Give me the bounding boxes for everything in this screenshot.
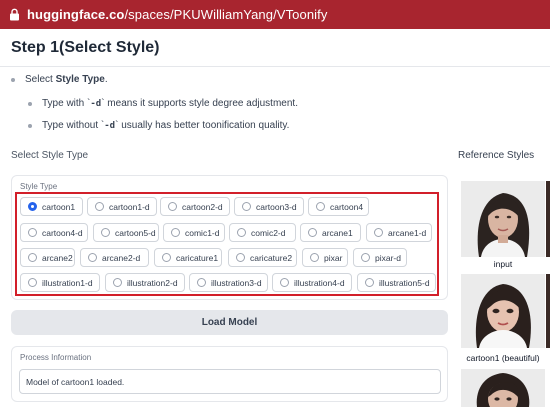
instruction-text: Type without ` [42, 120, 105, 131]
reference-image-partial [461, 369, 545, 407]
instruction-item-3: Type without ` -d ` usually has better too… [28, 120, 289, 131]
lock-icon [8, 8, 21, 21]
process-info-legend: Process Information [20, 353, 92, 362]
process-info-field[interactable]: Model of cartoon1 loaded. [19, 369, 441, 394]
browser-url-bar[interactable]: huggingface.co/spaces/PKUWilliamYang/VTo… [0, 0, 550, 29]
url-text[interactable]: huggingface.co/spaces/PKUWilliamYang/VTo… [27, 7, 327, 22]
process-info-panel: Process Information Model of cartoon1 lo… [11, 346, 448, 402]
instruction-code: -d [90, 98, 102, 109]
reference-label-cartoon1: cartoon1 (beautiful) [466, 353, 540, 363]
load-model-button[interactable]: Load Model [11, 310, 448, 335]
select-style-label: Select Style Type [11, 150, 89, 161]
page-content: Step 1(Select Style) Select Style Type. … [0, 29, 550, 407]
highlight-annotation-box [15, 192, 439, 296]
instruction-bold: Style Type [55, 74, 105, 85]
reference-label-input: input [493, 259, 513, 269]
bullet-dot [28, 123, 32, 128]
page-title: Step 1(Select Style) [11, 39, 160, 56]
bullet-dot [28, 101, 32, 106]
instruction-text: ` means it supports style degree adjustm… [101, 98, 298, 109]
url-path: /spaces/PKUWilliamYang/VToonify [124, 7, 328, 22]
reference-styles-title: Reference Styles [458, 150, 535, 161]
url-host: huggingface.co [27, 7, 125, 22]
reference-image-cropped [546, 274, 550, 348]
instruction-text: . [104, 74, 108, 85]
reference-image-cropped [546, 181, 550, 257]
style-type-legend: Style Type [20, 182, 58, 191]
instruction-text: ` usually has better toonification quali… [115, 120, 290, 131]
reference-image-input [461, 181, 545, 257]
instruction-item-1: Select Style Type. [11, 74, 108, 85]
instruction-text: Select [25, 74, 56, 85]
instruction-text: Type with ` [42, 98, 91, 109]
reference-image-cartoon1 [461, 274, 545, 348]
title-divider [0, 66, 550, 67]
instruction-code: -d [104, 120, 116, 131]
instruction-item-2: Type with ` -d ` means it supports style d… [28, 98, 298, 109]
bullet-dot [11, 77, 15, 82]
